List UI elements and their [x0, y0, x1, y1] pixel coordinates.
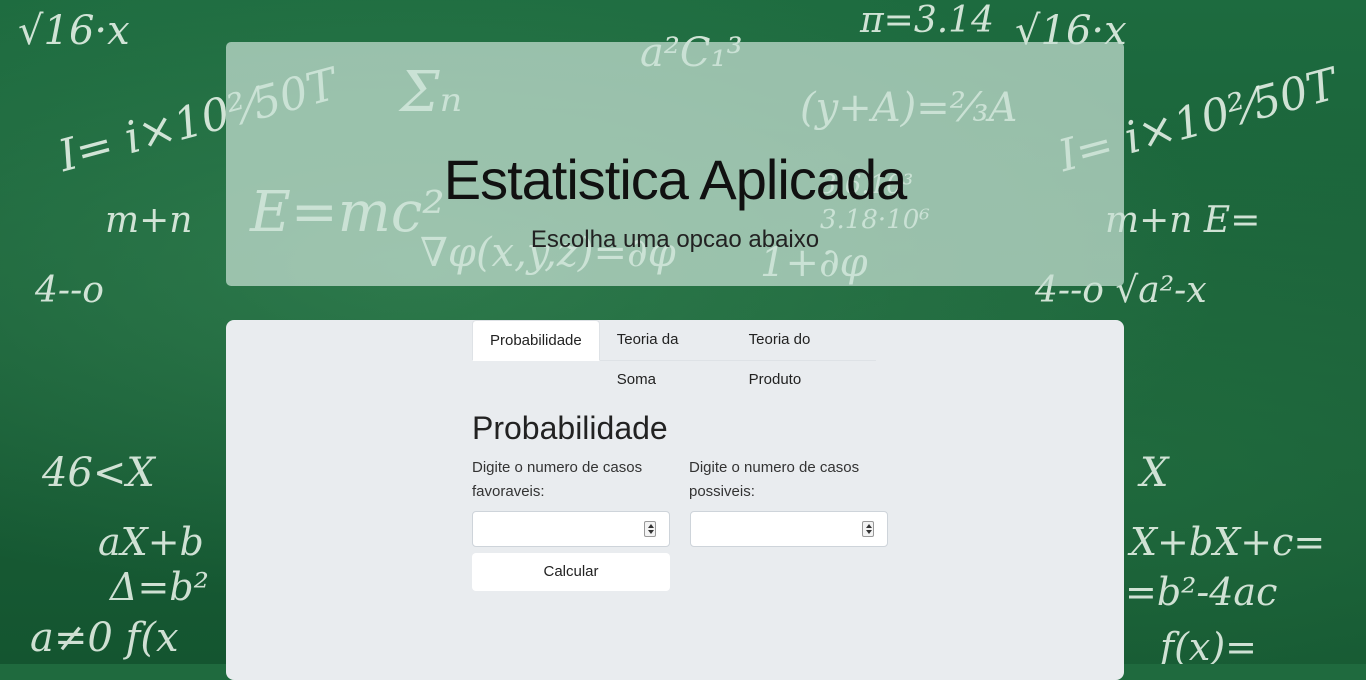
tab-teoria-da-soma[interactable]: Teoria da Soma [600, 320, 732, 388]
chalk-formula: Δ=b² [110, 565, 209, 609]
tab-probabilidade[interactable]: Probabilidade [472, 320, 600, 361]
spinner-down-icon [866, 530, 872, 534]
favoraveis-input[interactable] [473, 512, 653, 546]
possiveis-spinner[interactable] [862, 521, 874, 537]
favoraveis-label: Digite o numero de casos favoraveis: [472, 459, 643, 500]
content-card: Probabilidade Teoria da Soma Teoria do P… [226, 320, 1124, 680]
chalk-formula: f(x)= [1160, 625, 1257, 664]
chalk-formula: =b²-4ac [1125, 570, 1278, 614]
calcular-button[interactable]: Calcular [472, 553, 670, 591]
spinner-up-icon [648, 524, 654, 528]
chalk-formula: 4--o [35, 270, 104, 311]
page-title: Estatistica Aplicada [443, 148, 907, 211]
header-jumbotron: Estatistica Aplicada Escolha uma opcao a… [226, 42, 1124, 286]
possiveis-label: Digite o numero de casos possiveis: [689, 459, 860, 500]
chalk-formula: 46<X [42, 450, 155, 496]
chalk-formula: aX+b [98, 520, 204, 564]
section-title: Probabilidade [472, 410, 668, 446]
spinner-down-icon [648, 530, 654, 534]
possiveis-input[interactable] [691, 512, 871, 546]
possiveis-input-wrapper [690, 511, 888, 547]
page-subtitle: Escolha uma opcao abaixo [530, 226, 820, 253]
chalk-formula: √16·x [18, 8, 130, 54]
chalk-formula: a≠0 f(x [30, 615, 179, 661]
chalk-formula: π=3.14 [860, 0, 994, 41]
tab-teoria-do-produto[interactable]: Teoria do Produto [732, 320, 876, 388]
spinner-up-icon [866, 524, 872, 528]
chalk-formula: m+n E= [1105, 200, 1261, 241]
chalk-formula: m+n [105, 200, 193, 241]
favoraveis-input-wrapper [472, 511, 670, 547]
tab-bar: Probabilidade Teoria da Soma Teoria do P… [472, 320, 876, 388]
favoraveis-spinner[interactable] [644, 521, 656, 537]
chalk-formula: X+bX+c= [1130, 520, 1326, 564]
chalk-formula: X [1140, 450, 1169, 496]
